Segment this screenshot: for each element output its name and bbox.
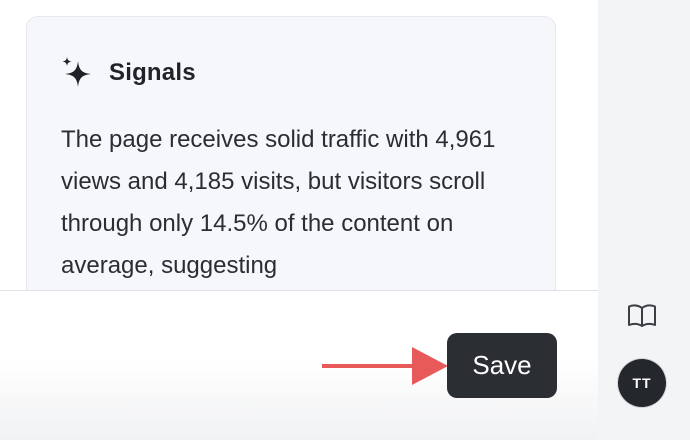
- signals-summary-text: The page receives solid traffic with 4,9…: [61, 126, 496, 279]
- book-open-icon[interactable]: [626, 303, 658, 329]
- annotation-arrow: [322, 347, 448, 385]
- user-avatar[interactable]: TT: [618, 359, 666, 407]
- scroll-area[interactable]: Signals The page receives solid traffic …: [0, 0, 598, 290]
- signals-card: Signals The page receives solid traffic …: [26, 16, 556, 290]
- signals-title: Signals: [109, 59, 196, 86]
- save-button[interactable]: Save: [447, 333, 557, 398]
- sparkle-icon: [62, 57, 91, 87]
- signals-card-header: Signals: [61, 57, 196, 89]
